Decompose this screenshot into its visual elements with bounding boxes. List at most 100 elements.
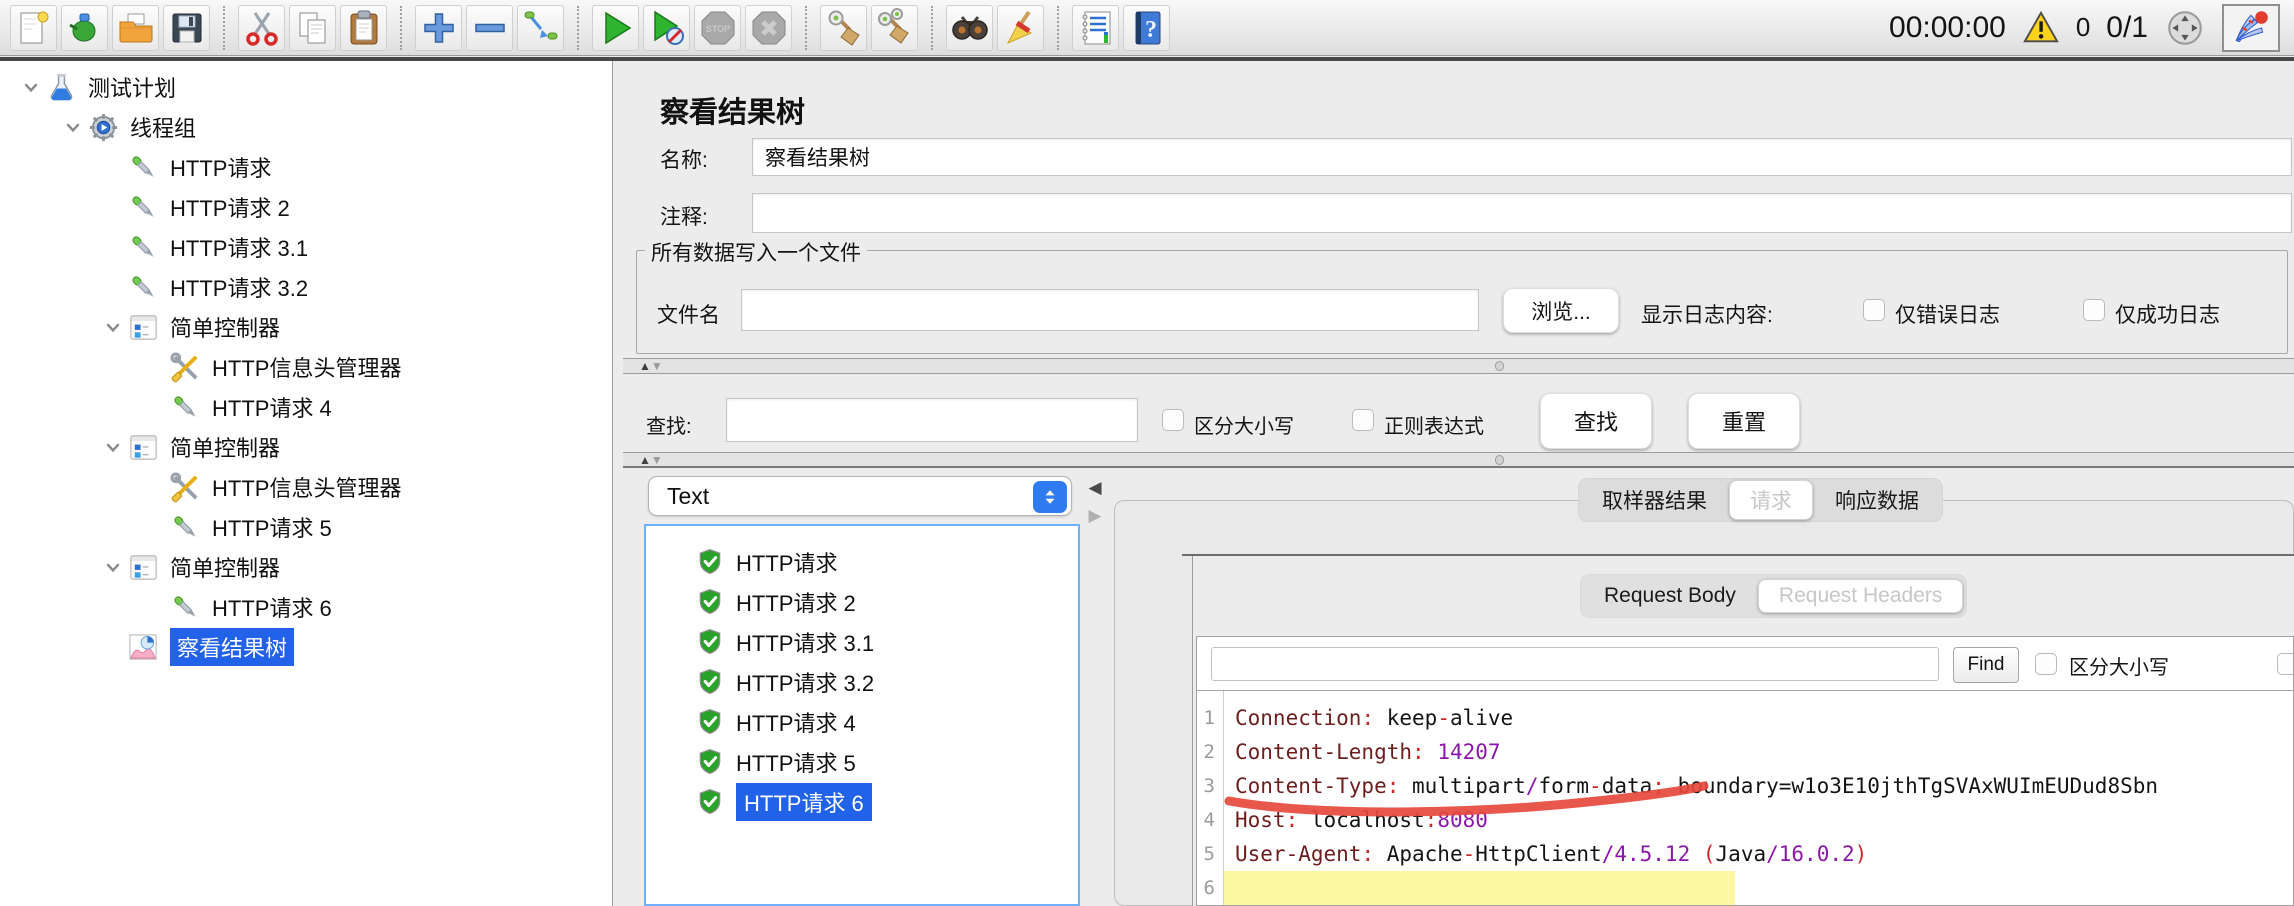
warning-icon[interactable] (2022, 9, 2060, 47)
search-reset-button[interactable] (997, 4, 1044, 51)
code-text: Connection: keep-alive (1223, 701, 1513, 735)
paste-button[interactable] (340, 4, 387, 51)
stop-button[interactable] (694, 4, 741, 51)
result-item[interactable]: HTTP请求 2 (646, 582, 1078, 622)
editor-extra-checkbox[interactable] (2277, 653, 2293, 675)
tree-item[interactable]: HTTP请求 (0, 147, 612, 187)
regex-label: 正则表达式 (1384, 416, 1484, 438)
result-item[interactable]: HTTP请求 (646, 542, 1078, 582)
errors-only-label: 仅错误日志 (1895, 304, 2000, 327)
successes-only-checkbox[interactable] (2083, 299, 2105, 321)
line-number: 5 (1203, 843, 1215, 865)
headers-code-area[interactable]: 1 Connection: keep-alive 2 Content-Length: … (1197, 691, 2293, 905)
result-item[interactable]: HTTP请求 3.2 (646, 662, 1078, 702)
tree-item[interactable]: HTTP信息头管理器 (0, 467, 612, 507)
start-no-timers-button[interactable] (643, 4, 690, 51)
search-input[interactable] (726, 398, 1138, 442)
tree-item[interactable]: 简单控制器 (0, 307, 612, 347)
tree-item[interactable]: HTTP请求 6 (0, 587, 612, 627)
tab-request-headers[interactable]: Request Headers (1757, 579, 1964, 613)
stop-threads-icon[interactable] (2164, 7, 2206, 49)
tree-item[interactable]: HTTP信息头管理器 (0, 347, 612, 387)
tab-request-body[interactable]: Request Body (1584, 580, 1756, 612)
help-icon (1127, 8, 1167, 48)
collapse-remove-button[interactable] (466, 4, 513, 51)
tree-item[interactable]: HTTP请求 2 (0, 187, 612, 227)
tree-item[interactable]: 线程组 (0, 107, 612, 147)
result-item[interactable]: HTTP请求 5 (646, 742, 1078, 782)
editor-case-checkbox[interactable] (2035, 653, 2057, 675)
search-button[interactable]: 查找 (1540, 393, 1652, 449)
line-number: 3 (1203, 775, 1215, 797)
save-button[interactable] (163, 4, 210, 51)
editor-find-input[interactable] (1211, 647, 1939, 681)
chevron-down-icon[interactable] (98, 438, 128, 456)
code-token: : (1412, 740, 1425, 764)
search-button[interactable] (946, 4, 993, 51)
new-file-button[interactable] (10, 4, 57, 51)
case-sensitive-checkbox[interactable] (1162, 409, 1184, 431)
help-button[interactable] (1123, 4, 1170, 51)
code-token: HttpClient (1475, 842, 1602, 866)
tree-item[interactable]: 察看结果树 (0, 627, 612, 667)
filename-input[interactable] (741, 289, 1479, 331)
comment-input[interactable] (752, 193, 2292, 233)
tree-item-label: HTTP请求 2 (170, 196, 290, 221)
reset-button[interactable]: 重置 (1688, 393, 1800, 449)
cut-button[interactable] (238, 4, 285, 51)
view-results-tree-panel: 察看结果树 名称: 注释: 所有数据写入一个文件 文件名 浏览... 显示日志内… (623, 61, 2294, 906)
chevron-down-icon[interactable] (58, 118, 88, 136)
clear-button[interactable] (820, 4, 867, 51)
chevron-down-icon[interactable] (16, 78, 46, 96)
expand-add-button[interactable] (415, 4, 462, 51)
panel-splitter-vertical[interactable] (613, 61, 623, 906)
shield-check-icon (696, 748, 724, 776)
tree-item[interactable]: 测试计划 (0, 67, 612, 107)
tab-request[interactable]: 请求 (1729, 480, 1813, 520)
code-token: Host (1235, 808, 1286, 832)
editor-find-button[interactable]: Find (1953, 647, 2019, 683)
chevron-down-icon[interactable] (98, 318, 128, 336)
code-token: Connection (1235, 706, 1362, 730)
splitter-handle[interactable] (1495, 455, 1504, 465)
code-text: Host: localhost:8080 (1223, 803, 1488, 837)
toolbar-separator (223, 5, 225, 50)
splitter-collapse-arrows[interactable]: ▲▼ (639, 453, 663, 467)
format-select[interactable]: Text (648, 476, 1072, 516)
copy-button[interactable] (289, 4, 336, 51)
start-button[interactable] (592, 4, 639, 51)
tree-item[interactable]: 简单控制器 (0, 427, 612, 467)
tab-response-data[interactable]: 响应数据 (1815, 481, 1939, 519)
regex-checkbox[interactable] (1352, 409, 1374, 431)
code-token: - (1589, 774, 1602, 798)
function-helper-button[interactable] (1072, 4, 1119, 51)
code-token: : (1361, 706, 1375, 730)
tree-item[interactable]: HTTP请求 3.2 (0, 267, 612, 307)
errors-only-checkbox[interactable] (1863, 299, 1885, 321)
toggle-button[interactable] (517, 4, 564, 51)
splitter-handle[interactable] (1495, 361, 1504, 371)
jmeter-logo-button[interactable] (2222, 3, 2280, 52)
tree-item[interactable]: HTTP请求 5 (0, 507, 612, 547)
shutdown-button[interactable] (745, 4, 792, 51)
clear-all-button[interactable] (871, 4, 918, 51)
stop-icon (698, 8, 738, 48)
horizontal-splitter-bottom[interactable]: ▲▼ (623, 452, 2294, 468)
pane-collapse-arrows[interactable]: ◀ ▶ (1084, 474, 1106, 534)
result-item[interactable]: HTTP请求 6 (646, 782, 1078, 822)
tab-sampler-result[interactable]: 取样器结果 (1582, 481, 1727, 519)
resulttree-icon (128, 632, 159, 663)
chevron-down-icon[interactable] (98, 558, 128, 576)
templates-button[interactable] (61, 4, 108, 51)
toolbar-separator (805, 5, 807, 50)
result-item[interactable]: HTTP请求 4 (646, 702, 1078, 742)
open-file-button[interactable] (112, 4, 159, 51)
tree-item[interactable]: 简单控制器 (0, 547, 612, 587)
splitter-collapse-arrows[interactable]: ▲▼ (639, 359, 663, 373)
result-item[interactable]: HTTP请求 3.1 (646, 622, 1078, 662)
tree-item[interactable]: HTTP请求 3.1 (0, 227, 612, 267)
name-input[interactable] (752, 138, 2292, 176)
tree-item[interactable]: HTTP请求 4 (0, 387, 612, 427)
horizontal-splitter-top[interactable]: ▲▼ (623, 358, 2294, 374)
browse-button[interactable]: 浏览... (1503, 288, 1619, 333)
